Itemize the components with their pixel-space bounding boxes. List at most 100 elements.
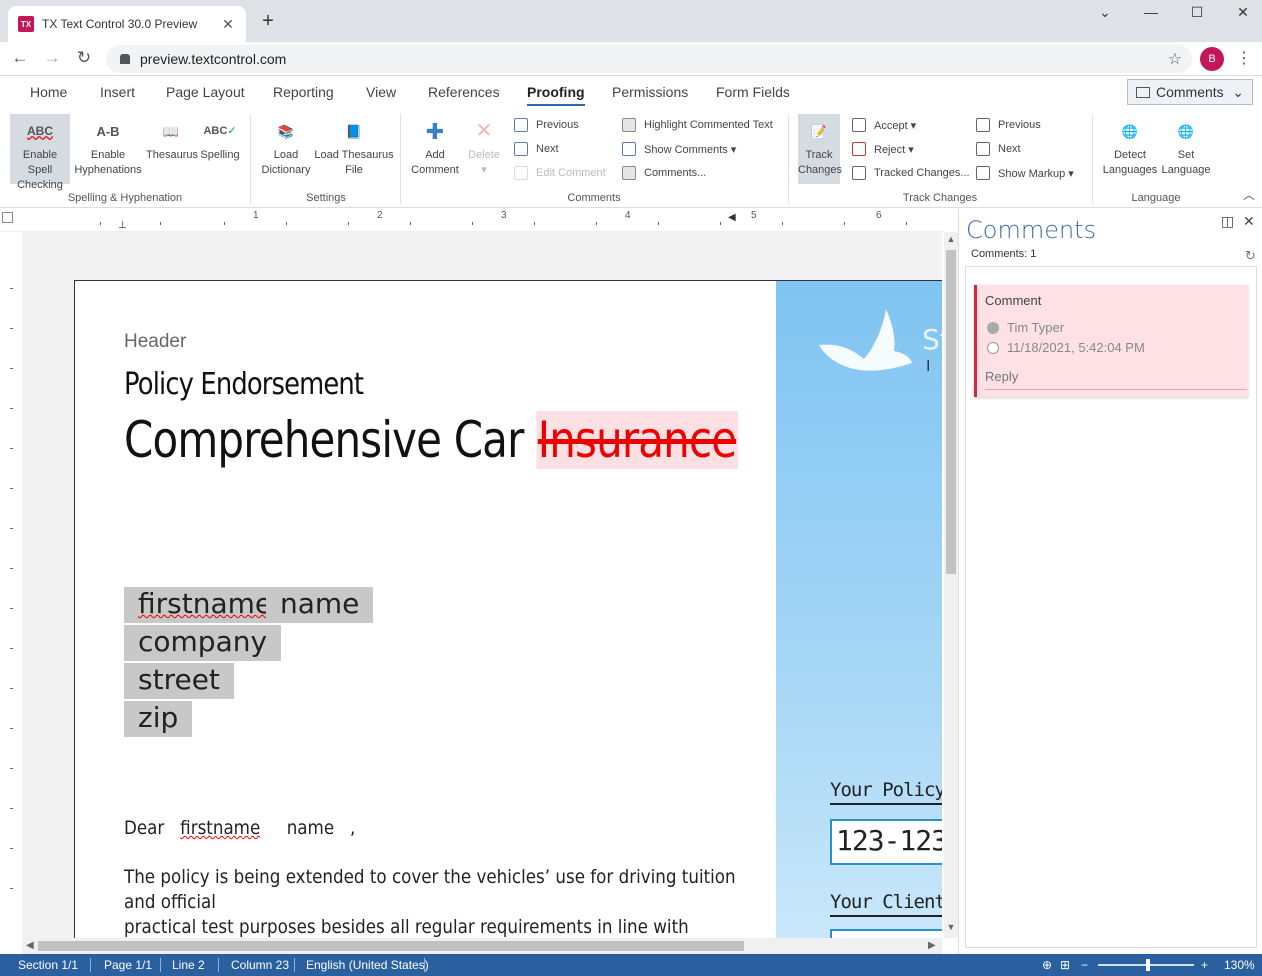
scroll-up-icon[interactable]: ▲ <box>944 234 958 244</box>
reply-button[interactable]: Reply <box>985 369 1018 384</box>
body-paragraph: The policy is being extended to cover th… <box>124 865 740 940</box>
ruler-tick <box>10 328 13 329</box>
body-line: practical test purposes besides all regu… <box>124 916 689 938</box>
detect-label-1: Detect <box>1114 149 1146 161</box>
browser-menu-icon[interactable]: ⋮ <box>1236 48 1252 68</box>
merge-field-company[interactable]: company <box>124 625 282 661</box>
zoom-out-icon[interactable]: − <box>1081 958 1088 972</box>
enable-spell-checking-button[interactable]: ABC Enable Spell Checking <box>10 114 70 191</box>
tab-home[interactable]: Home <box>30 84 67 100</box>
vertical-scroll-thumb[interactable] <box>946 250 956 574</box>
previous-comment-button[interactable]: Previous <box>514 116 579 134</box>
group-separator <box>250 114 251 204</box>
previous-change-button[interactable]: Previous <box>976 116 1041 134</box>
comments-pane-toggle-button[interactable]: Comments ⌄ <box>1127 79 1253 105</box>
left-indent-marker-icon[interactable]: ⊥ <box>118 220 127 231</box>
minimize-icon[interactable]: — <box>1139 4 1163 20</box>
add-comment-button[interactable]: ✚ Add Comment <box>408 114 462 178</box>
comment-author-row: Tim Typer <box>987 320 1064 335</box>
scroll-right-icon[interactable]: ▶ <box>928 940 936 951</box>
tab-references[interactable]: References <box>428 84 500 100</box>
tab-insert[interactable]: Insert <box>100 84 135 100</box>
browser-tab[interactable]: TX TX Text Control 30.0 Preview ✕ <box>8 6 246 42</box>
delete-comment-button[interactable]: ✕ Delete ▾ <box>464 114 504 178</box>
ribbon-tab-strip: Home Insert Page Layout Reporting View R… <box>0 76 1262 110</box>
ruler-tick <box>534 222 535 225</box>
next-change-button[interactable]: Next <box>976 140 1021 158</box>
decorative-side-panel: St Your Policy Num 123-123-123 Your Clie… <box>776 281 942 940</box>
comment-card[interactable]: Comment Tim Typer 11/18/2021, 5:42:04 PM… <box>974 285 1248 397</box>
horizontal-scrollbar[interactable]: ◀ ▶ <box>22 938 942 954</box>
spelling-button[interactable]: ABC✓ Spelling <box>198 114 242 163</box>
vertical-scrollbar[interactable]: ▲ ▼ <box>944 232 958 938</box>
inline-field-firstname[interactable]: firstname <box>180 817 260 839</box>
highlight-commented-text-button[interactable]: Highlight Commented Text <box>622 116 773 134</box>
field-label: zip <box>138 701 179 734</box>
document-page[interactable]: St Your Policy Num 123-123-123 Your Clie… <box>74 280 942 940</box>
bookmark-star-icon[interactable]: ☆ <box>1168 49 1182 69</box>
close-pane-icon[interactable]: ✕ <box>1243 213 1255 230</box>
refresh-icon[interactable]: ↻ <box>1245 248 1256 264</box>
merge-field-firstname[interactable]: firstname <box>124 587 287 623</box>
textcontrol-favicon-icon: TX <box>18 16 34 32</box>
detect-languages-button[interactable]: 🌐 Detect Languages <box>1100 114 1160 178</box>
inline-field-name[interactable]: name <box>287 817 334 839</box>
zoom-in-icon[interactable]: + <box>1201 958 1208 972</box>
load-dictionary-button[interactable]: 📚 Load Dictionary <box>258 114 314 178</box>
back-icon[interactable]: ← <box>9 48 31 68</box>
ruler-tick <box>10 288 13 289</box>
tab-page-layout[interactable]: Page Layout <box>166 84 245 100</box>
scroll-down-icon[interactable]: ▼ <box>944 922 958 932</box>
next-comment-button[interactable]: Next <box>514 140 559 158</box>
new-tab-icon[interactable]: + <box>256 10 280 33</box>
forward-icon[interactable]: → <box>41 48 63 68</box>
tab-view[interactable]: View <box>366 84 396 100</box>
show-markup-dropdown[interactable]: Show Markup ▾ <box>976 164 1074 182</box>
thesaurus-button[interactable]: 📖 Thesaurus <box>146 114 198 163</box>
policy-number-field[interactable]: 123-123-123 <box>830 819 942 865</box>
merge-field-name[interactable]: name <box>266 587 374 623</box>
fit-page-icon[interactable]: ⊕ <box>1042 958 1052 972</box>
reject-change-dropdown[interactable]: Reject ▾ <box>852 140 914 158</box>
comments-dialog-button[interactable]: Comments... <box>622 164 706 182</box>
close-window-icon[interactable]: ✕ <box>1231 4 1255 21</box>
edit-comment-button[interactable]: Edit Comment <box>514 164 606 182</box>
horizontal-scroll-thumb[interactable] <box>38 941 744 951</box>
scroll-left-icon[interactable]: ◀ <box>26 940 34 951</box>
fit-width-icon[interactable]: ⊞ <box>1060 958 1070 972</box>
merge-field-zip[interactable]: zip <box>124 701 193 737</box>
document-editor[interactable]: St Your Policy Num 123-123-123 Your Clie… <box>22 232 942 940</box>
track-changes-button[interactable]: 📝 Track Changes <box>798 114 842 184</box>
group-separator <box>788 114 789 204</box>
ruler-tick <box>160 222 161 225</box>
right-indent-marker-icon[interactable]: ◀ <box>728 212 736 223</box>
horizontal-ruler[interactable]: 1 2 3 4 5 6 ⊥ ◀ <box>0 208 944 232</box>
collapse-ribbon-icon[interactable]: ︿ <box>1243 186 1255 203</box>
maximize-icon[interactable]: ☐ <box>1185 4 1209 21</box>
profile-avatar[interactable]: B <box>1200 47 1224 71</box>
accept-change-dropdown[interactable]: Accept ▾ <box>852 116 916 134</box>
tab-proofing[interactable]: Proofing <box>527 84 585 106</box>
merge-field-street[interactable]: street <box>124 663 234 699</box>
tab-permissions[interactable]: Permissions <box>612 84 688 100</box>
show-comments-dropdown[interactable]: Show Comments ▾ <box>622 140 736 158</box>
reload-icon[interactable]: ↻ <box>73 48 95 68</box>
load-thesaurus-file-button[interactable]: 📘 Load Thesaurus File <box>314 114 394 178</box>
url-field[interactable]: preview.textcontrol.com ☆ <box>106 45 1192 73</box>
tab-search-icon[interactable]: ⌄ <box>1093 4 1117 21</box>
close-tab-icon[interactable]: ✕ <box>220 16 236 33</box>
body-line: The policy is being extended to cover th… <box>124 866 736 913</box>
tracked-deletion[interactable]: Insurance <box>536 411 738 469</box>
enable-hyphenations-button[interactable]: A‑B Enable Hyphenations <box>74 114 142 178</box>
salutation-comma: , <box>350 817 356 839</box>
zoom-slider-thumb[interactable] <box>1146 959 1150 971</box>
tab-reporting[interactable]: Reporting <box>273 84 334 100</box>
tab-form-fields[interactable]: Form Fields <box>716 84 790 100</box>
ruler-tick <box>10 448 13 449</box>
ruler-tick <box>720 222 721 225</box>
tracked-changes-dialog-button[interactable]: Tracked Changes... <box>852 164 970 182</box>
dock-pane-icon[interactable]: ◫ <box>1221 213 1234 230</box>
status-language[interactable]: English (United States) <box>306 958 429 972</box>
set-language-button[interactable]: 🌐 Set Language <box>1160 114 1212 178</box>
tab-type-selector[interactable] <box>2 212 13 223</box>
